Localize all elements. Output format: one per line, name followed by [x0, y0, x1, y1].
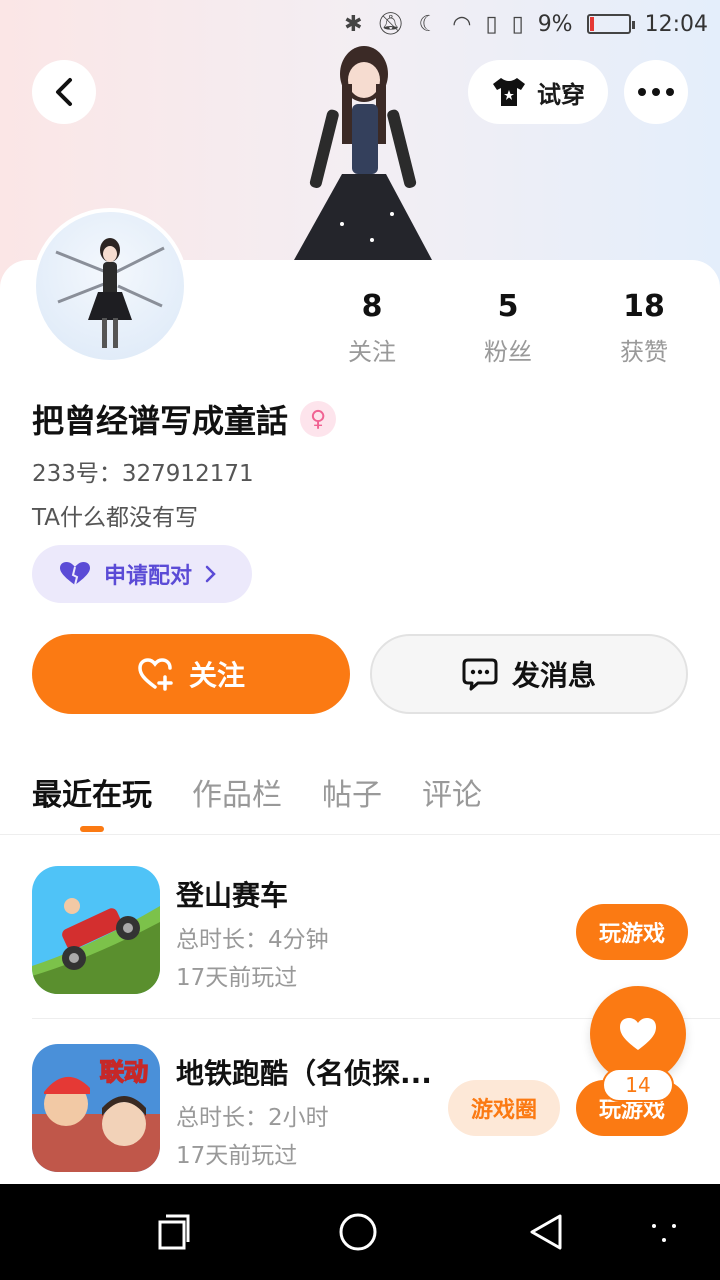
content-tabs: 最近在玩 作品栏 帖子 评论	[32, 770, 482, 814]
stat-following[interactable]: 8 关注	[304, 290, 440, 367]
game-title: 登山赛车	[176, 879, 289, 912]
heart-icon	[620, 1018, 656, 1050]
wifi-icon: ◠	[452, 11, 472, 37]
try-on-button[interactable]: 试穿	[468, 60, 608, 124]
avatar-3d-figure	[294, 46, 432, 260]
stat-label: 获赞	[620, 338, 668, 366]
bio: TA什么都没有写	[32, 505, 198, 531]
tshirt-icon	[493, 78, 525, 106]
game-circle-button[interactable]: 游戏圈	[448, 1080, 560, 1136]
stat-value: 5	[497, 289, 519, 324]
stats-row: 8 关注 5 粉丝 18 获赞	[304, 290, 712, 367]
battery-icon	[586, 14, 635, 34]
more-dots-icon	[638, 88, 674, 96]
like-count: 14	[602, 1068, 674, 1102]
user-id: 233号：327912171	[32, 461, 254, 487]
pair-request-label: 申请配对	[104, 564, 193, 589]
tab-works[interactable]: 作品栏	[192, 770, 282, 814]
mute-icon: 🔕︎	[376, 11, 405, 37]
divider	[0, 834, 720, 835]
stat-value: 8	[361, 289, 383, 324]
moon-icon: ☾	[418, 11, 439, 37]
stat-followers[interactable]: 5 粉丝	[440, 290, 576, 367]
game-duration: 总时长：2小时	[176, 1105, 329, 1131]
follow-button[interactable]: 关注	[32, 634, 350, 714]
system-nav-bar	[0, 1184, 720, 1280]
tab-posts[interactable]: 帖子	[322, 770, 382, 814]
back-button[interactable]	[32, 60, 96, 124]
pair-request-button[interactable]: 申请配对	[32, 545, 252, 603]
stat-label: 粉丝	[484, 338, 532, 366]
sim2-icon: ▯	[511, 11, 524, 37]
recent-apps-icon[interactable]	[154, 1212, 194, 1252]
nav-menu-dots-icon[interactable]	[644, 1212, 684, 1252]
active-tab-indicator	[80, 826, 104, 832]
username: 把曾经谱写成童話	[32, 402, 289, 440]
home-icon[interactable]	[338, 1212, 378, 1252]
more-button[interactable]	[624, 60, 688, 124]
send-message-label: 发消息	[511, 659, 596, 692]
chevron-left-icon	[56, 78, 72, 106]
game-icon-hill-climb	[32, 866, 160, 994]
username-row: 把曾经谱写成童話 ♀	[32, 396, 337, 442]
stat-likes[interactable]: 18 获赞	[576, 290, 712, 367]
avatar[interactable]	[32, 208, 188, 364]
game-last-played: 17天前玩过	[176, 965, 298, 991]
game-duration: 总时长：4分钟	[176, 927, 329, 953]
status-bar: ✱ 🔕︎ ☾ ◠ ▯ ▯ 9% 12:04	[0, 0, 720, 48]
chevron-right-icon	[205, 565, 216, 583]
try-on-label: 试穿	[537, 80, 585, 109]
tab-comments[interactable]: 评论	[422, 770, 482, 814]
game-title: 地铁跑酷（名侦探...	[176, 1057, 432, 1090]
send-message-button[interactable]: 发消息	[370, 634, 688, 714]
sim-icon: ▯	[485, 11, 498, 37]
tab-recently-played[interactable]: 最近在玩	[32, 770, 152, 814]
collab-badge: 联动	[100, 1058, 148, 1086]
bluetooth-icon: ✱	[344, 11, 363, 37]
game-icon-subway-surfers: 联动	[32, 1044, 160, 1172]
game-last-played: 17天前玩过	[176, 1143, 298, 1169]
battery-percent: 9%	[537, 11, 573, 37]
female-icon: ♀	[300, 401, 337, 437]
heart-pair-icon	[60, 562, 90, 586]
stat-label: 关注	[348, 338, 396, 366]
follow-label: 关注	[188, 659, 245, 692]
heart-plus-icon	[138, 658, 173, 691]
avatar-figure-icon	[55, 238, 165, 348]
back-nav-icon[interactable]	[526, 1212, 566, 1252]
stat-value: 18	[623, 289, 665, 324]
chat-bubble-icon	[462, 658, 498, 691]
clock: 12:04	[644, 11, 708, 37]
play-game-button[interactable]: 玩游戏	[576, 904, 688, 960]
